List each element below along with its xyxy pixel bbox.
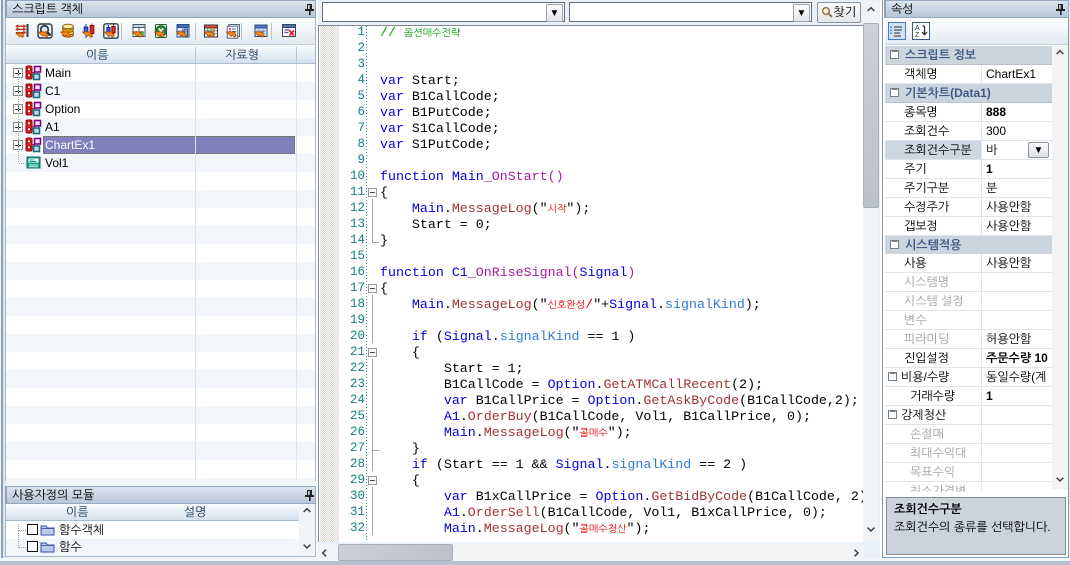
svg-text:A: A <box>915 25 920 32</box>
svg-text:Z: Z <box>915 32 920 39</box>
